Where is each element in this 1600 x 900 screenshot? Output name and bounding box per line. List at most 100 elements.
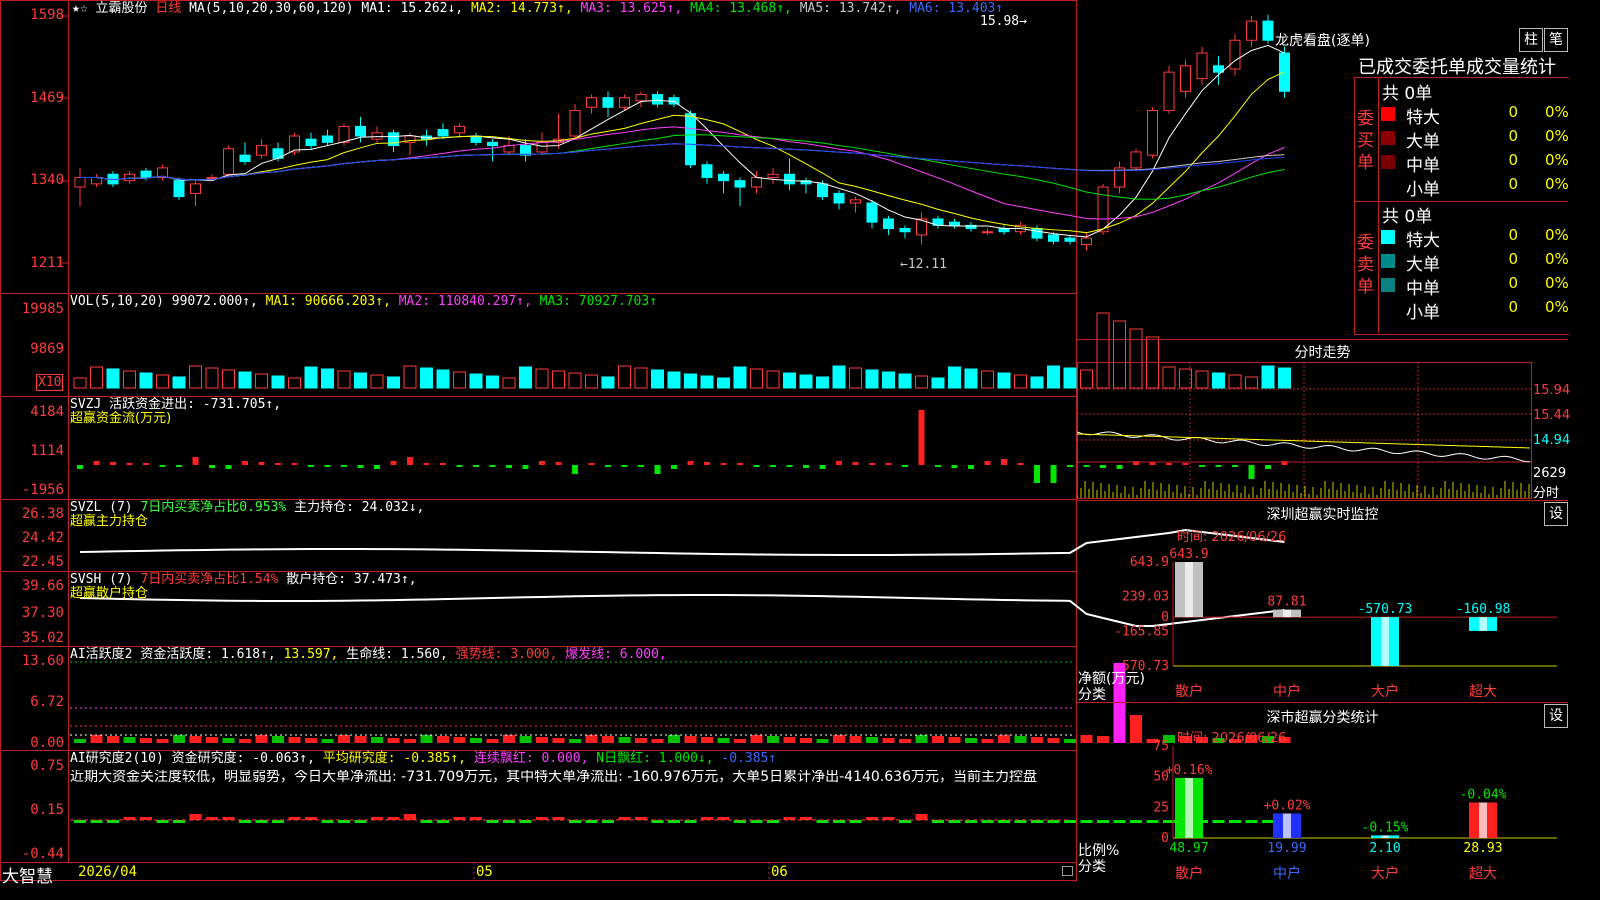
ai-active-bar bbox=[107, 736, 119, 743]
candle bbox=[140, 167, 152, 181]
ai-research-bar bbox=[189, 814, 202, 820]
svzl-label: SVZL (7) bbox=[70, 500, 133, 515]
classify-settings-button[interactable]: 设 bbox=[1544, 704, 1568, 728]
classify-chart[interactable]: 7550250+0.16%散户48.97+0.02%中户19.99-0.15%大… bbox=[1077, 740, 1568, 882]
svzj-bar bbox=[242, 461, 248, 465]
realtime-chart[interactable]: 643.9 239.03 0-165.85 -570.73 643.9 散户 87.81 中户… bbox=[1077, 540, 1568, 700]
candle-body bbox=[619, 97, 630, 108]
volume-bar bbox=[403, 365, 417, 389]
ai-active-bar bbox=[1047, 738, 1060, 743]
svzl-header: SVZL (7) 7日内买卖净占比0.953% 主力持仓: 24.032↓, bbox=[70, 500, 424, 515]
ai-active-bar bbox=[585, 735, 598, 743]
svzj-bar bbox=[93, 461, 100, 465]
ai-active-bar bbox=[486, 739, 499, 743]
volume-bar bbox=[766, 370, 780, 389]
volume-bar bbox=[783, 372, 796, 389]
svzj-bar bbox=[1001, 459, 1007, 465]
bar-highlight bbox=[1381, 835, 1389, 838]
ai-active-a: 资金活跃度: 1.618↑, bbox=[140, 647, 276, 662]
candle-body bbox=[949, 221, 960, 226]
ai-active-bar bbox=[866, 737, 878, 743]
ai-active-bar bbox=[602, 736, 614, 743]
svzl-tick-22: 22.45 bbox=[21, 554, 64, 570]
ai-active-bar bbox=[173, 735, 185, 743]
candle-body bbox=[223, 148, 234, 175]
candle-body bbox=[866, 202, 878, 223]
intraday-vol-tick: 2629 bbox=[1533, 466, 1567, 481]
ai-research-header: AI研究度2(10) 资金研究度: -0.063↑, 平均研究度: -0.385… bbox=[70, 751, 776, 766]
intraday-chart[interactable] bbox=[1077, 362, 1568, 502]
ai-active-bar bbox=[90, 735, 103, 743]
sell-row-2-name: 中单 bbox=[1406, 279, 1440, 299]
bar-mode-button[interactable]: 柱 bbox=[1519, 28, 1543, 52]
svzj-bar bbox=[390, 461, 397, 465]
ai-research-a: 资金研究度: -0.063↑, bbox=[171, 751, 315, 766]
ai-active-bar bbox=[222, 738, 235, 743]
volume-bar bbox=[304, 366, 318, 389]
ai-research-tick-neg044: -0.44 bbox=[21, 846, 64, 862]
ai-active-bar bbox=[701, 737, 713, 743]
volume-bar bbox=[73, 377, 87, 389]
candle-body bbox=[718, 173, 729, 182]
ai-active-bar bbox=[470, 738, 482, 743]
bar-highlight bbox=[1479, 617, 1487, 631]
svsh-sub: 超赢散户持仓 bbox=[70, 586, 149, 601]
candle-body bbox=[454, 125, 465, 134]
volume-bar bbox=[387, 376, 400, 389]
ma4-value: MA4: 13.468↑, bbox=[690, 1, 792, 16]
candle bbox=[883, 215, 894, 235]
svsh-ratio: 7日内买卖净占比1.54% bbox=[140, 572, 279, 587]
svzj-bar bbox=[374, 465, 380, 469]
volume-bar bbox=[832, 365, 846, 389]
category-label: 中户 bbox=[1273, 683, 1301, 700]
volume-bar bbox=[486, 375, 499, 389]
svzj-bar bbox=[605, 465, 611, 467]
buy-row-1-count: 0 bbox=[1508, 127, 1518, 145]
candle-body bbox=[520, 145, 531, 156]
tick-mode-button[interactable]: 笔 bbox=[1544, 28, 1568, 52]
tab-marks[interactable]: ★☆ bbox=[72, 1, 88, 16]
realtime-settings-button[interactable]: 设 bbox=[1544, 502, 1568, 526]
candle-body bbox=[767, 173, 779, 178]
candle bbox=[1213, 56, 1224, 85]
ai-active-bar bbox=[833, 735, 845, 743]
ai-active-bar bbox=[338, 735, 350, 743]
sell-row-3-count: 0 bbox=[1508, 298, 1518, 316]
volume-bar bbox=[667, 371, 681, 389]
sell-row-1-count: 0 bbox=[1508, 250, 1518, 268]
volume-bar bbox=[90, 366, 103, 389]
y-tick-1211: 1211 bbox=[30, 255, 64, 271]
sell-row-0-color-swatch bbox=[1381, 230, 1395, 244]
vol-ma2: MA2: 110840.297↑, bbox=[398, 294, 532, 309]
buy-row-2-name: 中单 bbox=[1406, 156, 1440, 176]
svzj-bar bbox=[159, 465, 166, 467]
candle-body bbox=[256, 145, 267, 156]
svzj-bar bbox=[176, 465, 182, 467]
buy-row-0-color-swatch bbox=[1381, 107, 1395, 121]
vol-unit-badge[interactable]: X10 bbox=[36, 374, 64, 391]
lock-icon[interactable] bbox=[1062, 866, 1073, 876]
ai-active-bar bbox=[932, 736, 944, 743]
volume-bar bbox=[601, 376, 615, 389]
candle-body bbox=[470, 135, 482, 143]
candle bbox=[850, 196, 861, 213]
candle bbox=[371, 126, 383, 143]
candle bbox=[388, 129, 399, 152]
svzj-bar bbox=[258, 462, 265, 465]
candle bbox=[536, 132, 548, 156]
high-price-marker: 15.98→ bbox=[980, 14, 1027, 29]
ai-active-bar bbox=[684, 736, 697, 743]
dragon-tab-line[interactable]: 已成交委托单成交量统计 bbox=[1358, 53, 1568, 79]
volume-bar bbox=[948, 366, 961, 389]
ai-active-bar bbox=[74, 739, 86, 743]
volume-bar bbox=[271, 375, 285, 389]
period-label[interactable]: 日线 bbox=[155, 1, 181, 16]
svzj-tick-1114: 1114 bbox=[30, 443, 64, 459]
ai-active-bar bbox=[668, 735, 680, 743]
svzj-bar bbox=[951, 465, 958, 468]
x-label-2026-04: 2026/04 bbox=[78, 864, 138, 880]
svzj-bar bbox=[126, 463, 133, 465]
svzj-bar bbox=[77, 465, 83, 469]
candle bbox=[602, 91, 614, 117]
candle-body bbox=[338, 125, 350, 143]
